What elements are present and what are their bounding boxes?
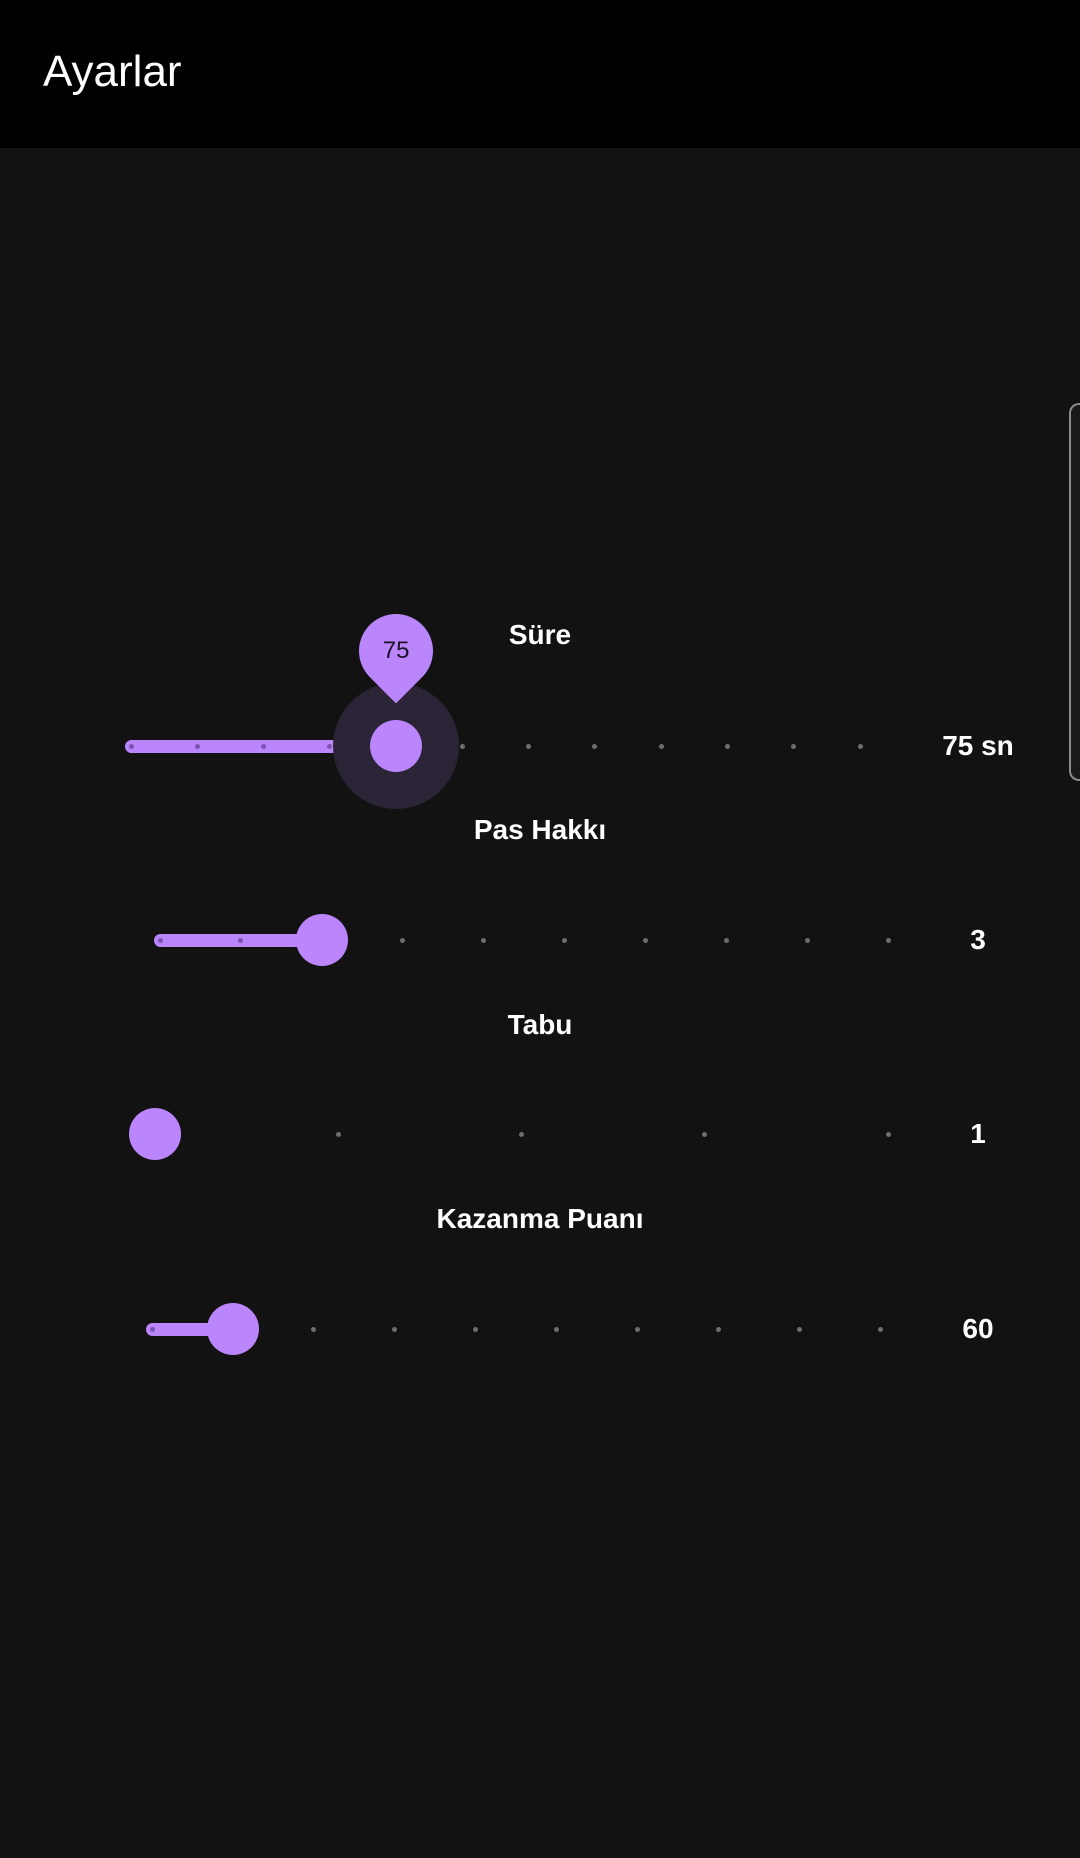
slider-tick	[592, 743, 598, 749]
setting-label: Süre	[508, 619, 572, 650]
app-bar: Ayarlar	[0, 0, 1080, 148]
slider-thumb[interactable]	[370, 720, 423, 772]
slider-tick	[715, 1326, 721, 1332]
slider-tick	[261, 743, 267, 749]
slider-thumb[interactable]	[129, 1108, 181, 1160]
slider-tick	[658, 743, 664, 749]
slider-tick	[553, 1326, 559, 1332]
slider-value-indicator-text: 75	[382, 637, 410, 664]
slider-tick	[327, 743, 333, 749]
slider-tick	[194, 743, 200, 749]
slider-tick	[642, 937, 648, 943]
slider-tick	[149, 1326, 155, 1332]
slider-tick	[804, 937, 810, 943]
slider-tick	[634, 1326, 640, 1332]
slider-tick	[473, 1326, 479, 1332]
slider-tick	[877, 1326, 883, 1332]
slider-tick	[791, 743, 797, 749]
slider-thumb[interactable]	[206, 1303, 259, 1355]
setting-value: 60	[962, 1313, 994, 1344]
slider-tick	[702, 1131, 708, 1137]
slider-tick	[857, 743, 863, 749]
setting-label: Kazanma Puanı	[436, 1203, 644, 1234]
scrollbar[interactable]	[1069, 403, 1080, 781]
slider-tick	[335, 1131, 341, 1137]
slider-tick	[157, 937, 163, 943]
slider-tick	[526, 743, 532, 749]
slider-tick	[392, 1326, 398, 1332]
slider-tick	[311, 1326, 317, 1332]
slider-tick	[128, 743, 134, 749]
page-title: Ayarlar	[43, 47, 182, 96]
slider-tick	[561, 937, 567, 943]
setting-label: Pas Hakkı	[473, 814, 607, 845]
slider-tick	[723, 937, 729, 943]
slider-tick	[519, 1131, 524, 1137]
setting-value: 75 sn	[942, 730, 1014, 761]
slider-tick	[481, 937, 487, 943]
setting-value: 3	[970, 924, 986, 955]
slider-tick	[459, 743, 465, 749]
setting-label: Tabu	[507, 1009, 573, 1040]
slider-thumb[interactable]	[295, 914, 348, 966]
slider-tick	[885, 937, 891, 943]
slider-tick	[885, 1131, 891, 1137]
slider-tick	[724, 743, 730, 749]
slider-tick	[400, 937, 406, 943]
setting-value: 1	[970, 1118, 986, 1149]
slider-tick	[238, 937, 244, 943]
slider-tick	[796, 1326, 802, 1332]
